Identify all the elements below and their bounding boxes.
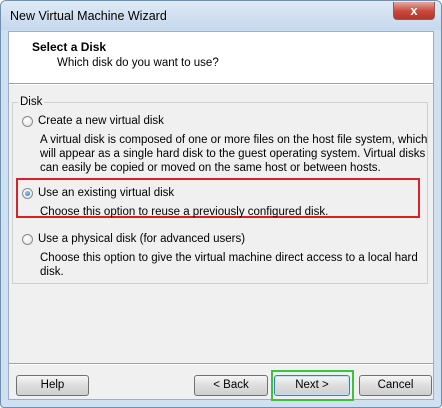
header-divider: [9, 84, 433, 85]
option-description: A virtual disk is composed of one or mor…: [40, 133, 427, 175]
description-line: disk.: [40, 266, 64, 278]
radio-button-icon[interactable]: [22, 116, 33, 127]
page-title: Select a Disk: [32, 40, 107, 54]
wizard-window: New Virtual Machine Wizard x Select a Di…: [0, 0, 442, 408]
radio-button-icon[interactable]: [22, 234, 33, 245]
option-label[interactable]: Use an existing virtual disk: [38, 187, 174, 199]
cancel-button[interactable]: Cancel: [359, 375, 432, 396]
description-line: will appear as a single hard disk to the…: [40, 148, 426, 160]
window-title: New Virtual Machine Wizard: [10, 9, 167, 23]
option-description: Choose this option to give the virtual m…: [40, 251, 418, 279]
description-line: A virtual disk is composed of one or mor…: [40, 134, 428, 146]
title-bar[interactable]: New Virtual Machine Wizard x: [1, 1, 441, 30]
option-label[interactable]: Use a physical disk (for advanced users): [38, 233, 245, 245]
wizard-header: Select a Disk Which disk do you want to …: [9, 32, 433, 84]
back-button[interactable]: < Back: [194, 375, 268, 396]
close-button[interactable]: x: [393, 2, 435, 20]
description-line: Choose this option to give the virtual m…: [40, 252, 418, 264]
description-line: Choose this option to reuse a previously…: [40, 206, 329, 218]
footer-divider-etch: [9, 364, 433, 365]
groupbox-label: Disk: [18, 96, 45, 108]
option-label[interactable]: Create a new virtual disk: [38, 115, 164, 127]
close-icon: x: [410, 3, 418, 18]
description-line: can easily be copied or moved on the sam…: [40, 162, 381, 174]
help-button[interactable]: Help: [16, 375, 89, 396]
next-button[interactable]: Next >: [274, 375, 350, 396]
option-description: Choose this option to reuse a previously…: [40, 205, 328, 219]
page-subtitle: Which disk do you want to use?: [57, 57, 219, 69]
radio-button-checked-icon[interactable]: [22, 188, 33, 199]
wizard-body: Select a Disk Which disk do you want to …: [8, 31, 434, 401]
